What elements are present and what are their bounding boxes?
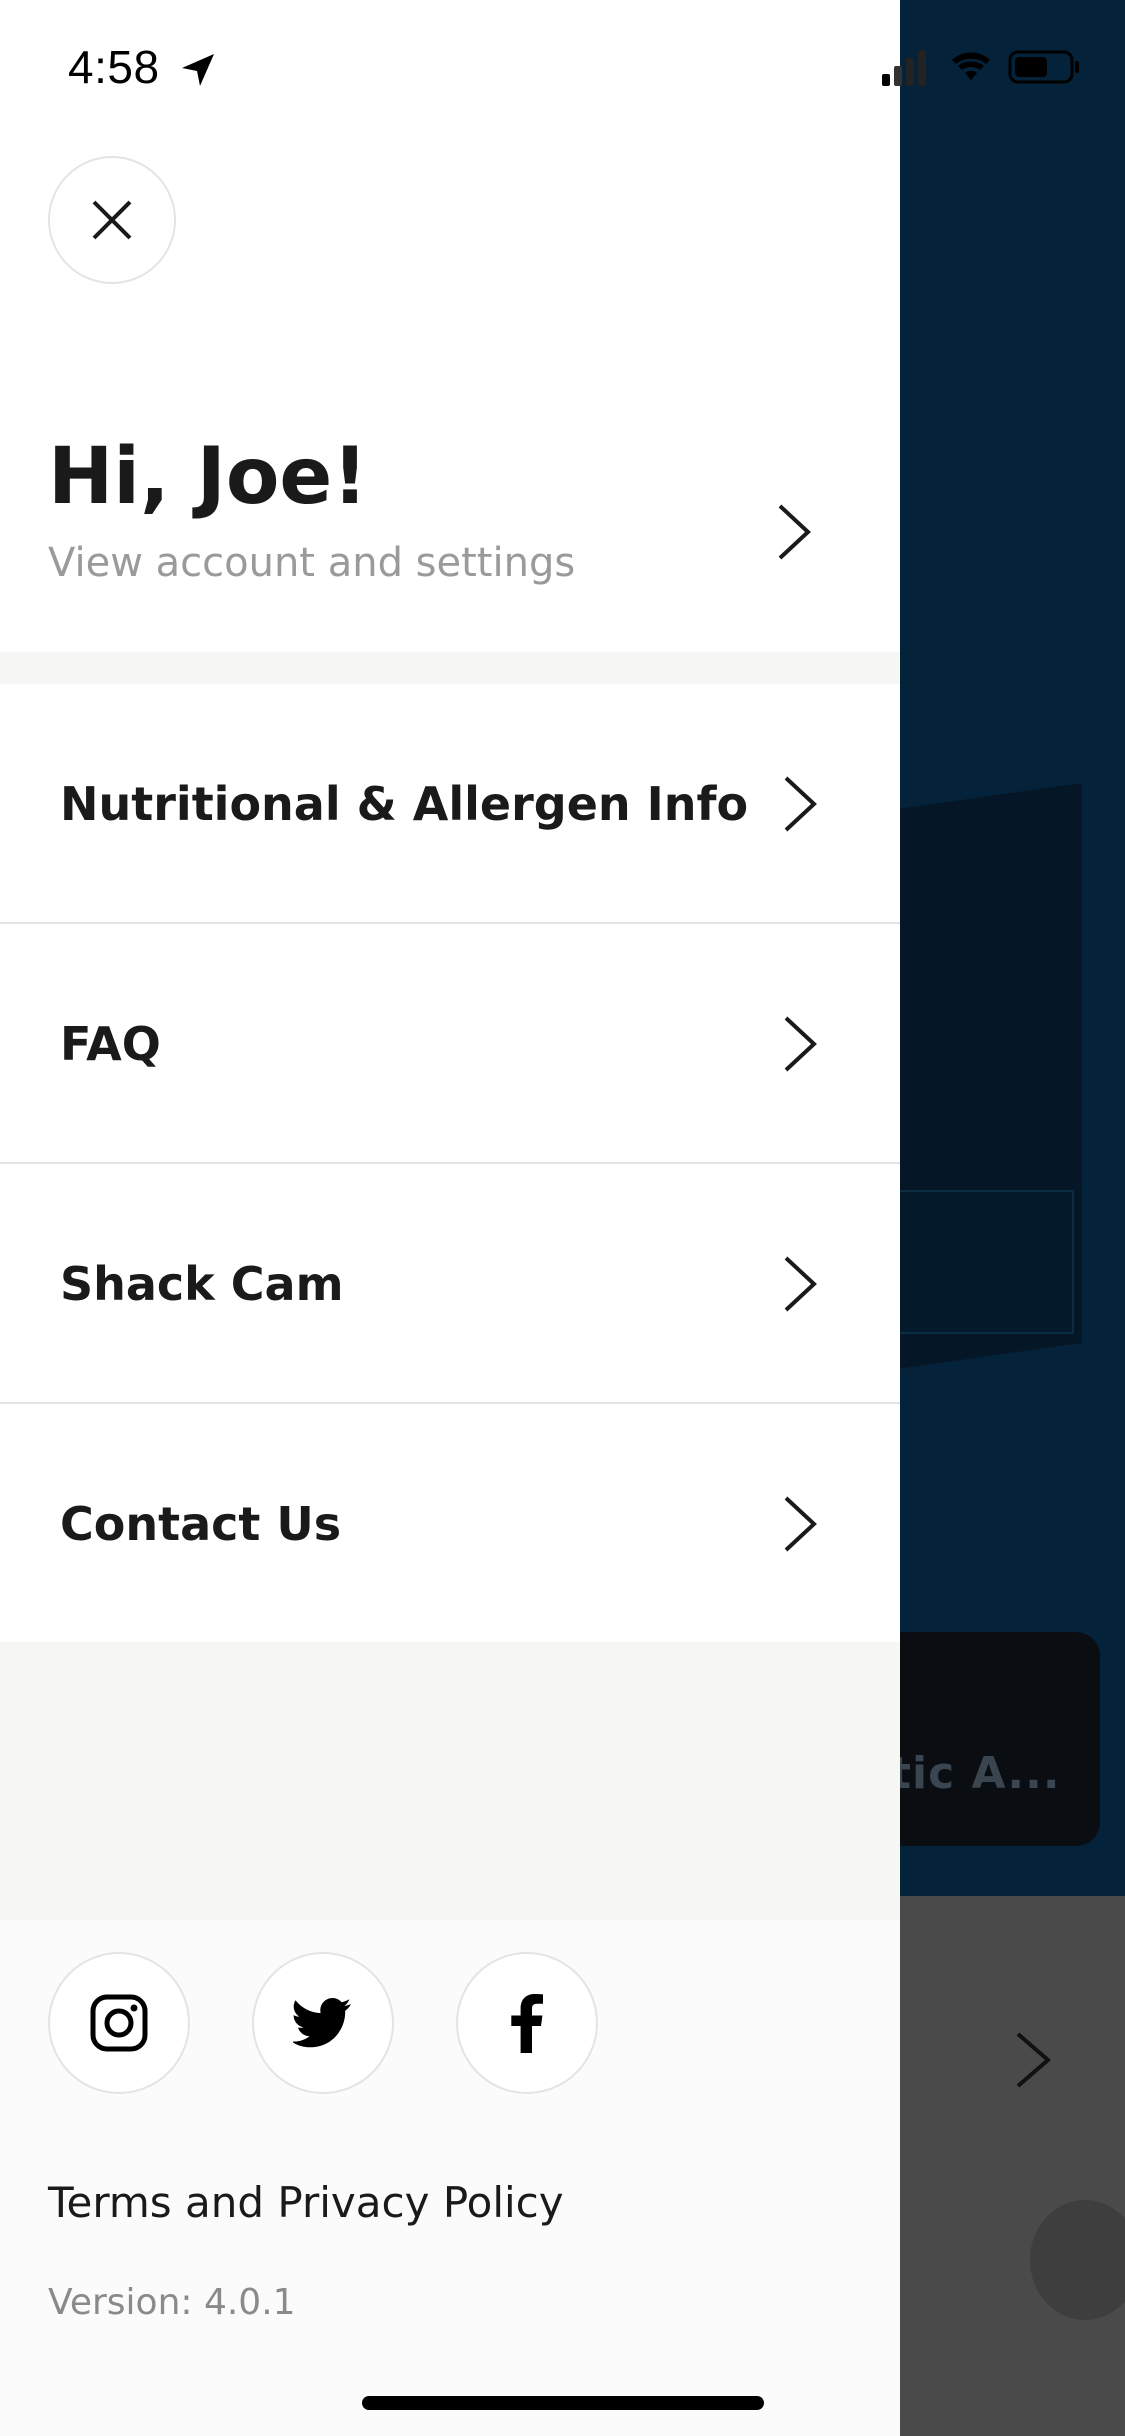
facebook-icon	[511, 1994, 543, 2053]
account-settings-link[interactable]: View account and settings	[48, 540, 575, 586]
close-button[interactable]	[48, 156, 176, 284]
menu-item-label: Nutritional & Allergen Info	[60, 777, 749, 831]
background-chevron-icon	[1016, 2032, 1052, 2088]
side-drawer: 4:58 Hi, Joe! View account and settings …	[0, 0, 900, 2436]
section-divider	[0, 652, 900, 684]
background-card-text: tic A...	[890, 1748, 1061, 1799]
cellular-signal-icon	[882, 50, 926, 86]
close-icon	[92, 200, 132, 240]
facebook-button[interactable]	[456, 1952, 598, 2094]
status-time: 4:58	[68, 41, 160, 93]
chevron-right-icon	[784, 1256, 817, 1312]
battery-icon	[1008, 50, 1079, 84]
instagram-button[interactable]	[48, 1952, 190, 2094]
chevron-right-icon	[784, 776, 817, 832]
instagram-icon	[90, 1994, 148, 2052]
menu-item-label: Shack Cam	[60, 1257, 344, 1311]
background-product-detail	[890, 1190, 1074, 1334]
menu-item-shack-cam[interactable]: Shack Cam	[0, 1164, 900, 1404]
wifi-icon	[952, 52, 990, 80]
background-card	[880, 1632, 1100, 1846]
terms-privacy-link[interactable]: Terms and Privacy Policy	[48, 2178, 564, 2227]
menu-item-faq[interactable]: FAQ	[0, 924, 900, 1164]
menu-item-nutrition[interactable]: Nutritional & Allergen Info	[0, 684, 900, 924]
empty-spacer	[0, 1642, 900, 1920]
home-indicator[interactable]	[362, 2396, 764, 2410]
twitter-button[interactable]	[252, 1952, 394, 2094]
twitter-icon	[293, 1998, 351, 2048]
status-icons	[882, 50, 1079, 86]
app-version: Version: 4.0.1	[48, 2282, 296, 2323]
chevron-right-icon	[784, 1016, 817, 1072]
chevron-right-icon	[784, 1496, 817, 1552]
greeting-title: Hi, Joe!	[48, 432, 368, 522]
chevron-right-icon	[778, 504, 811, 560]
menu-item-contact-us[interactable]: Contact Us	[0, 1404, 900, 1644]
menu-item-label: FAQ	[60, 1017, 161, 1071]
menu-item-label: Contact Us	[60, 1497, 342, 1551]
background-panel	[870, 1896, 1125, 2436]
location-arrow-icon	[182, 54, 214, 86]
